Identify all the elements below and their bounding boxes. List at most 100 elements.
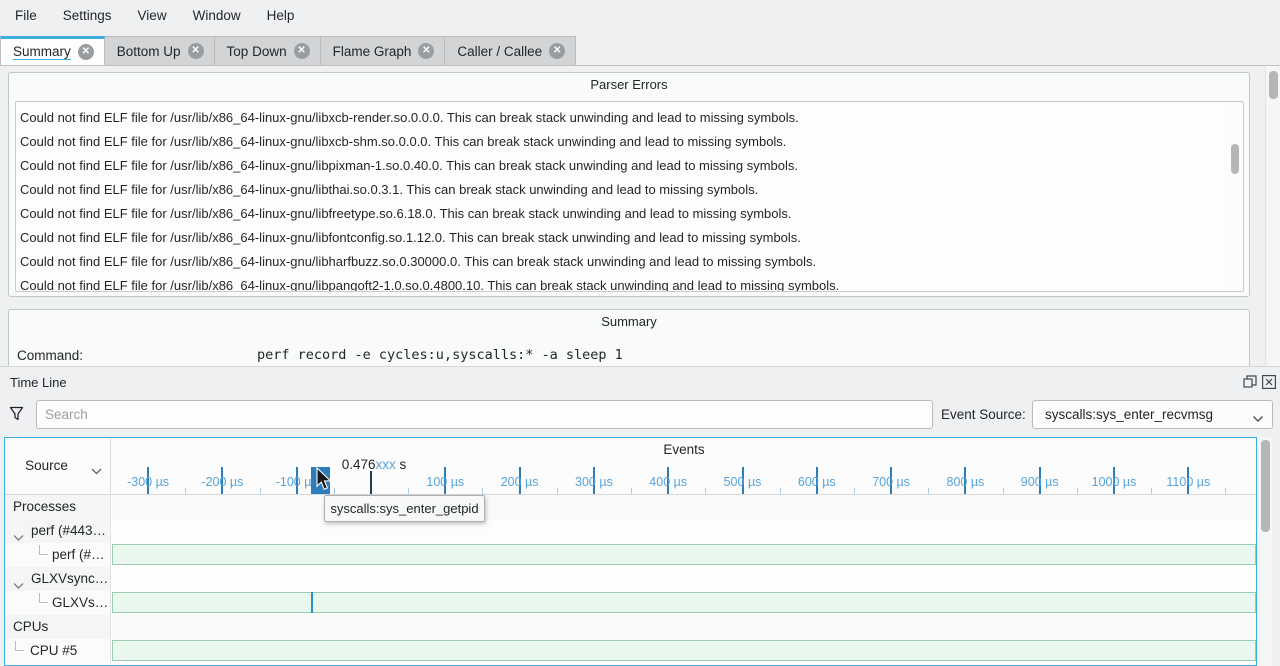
- row-track[interactable]: [112, 495, 1256, 519]
- menu-item-file[interactable]: File: [2, 4, 50, 27]
- row-label: perf (#443…: [31, 523, 107, 538]
- page-scrollbar[interactable]: [1265, 66, 1280, 366]
- axis-minor-tick: [259, 488, 261, 494]
- menu-item-view[interactable]: View: [125, 4, 180, 27]
- row-label-cell[interactable]: CPU #5: [5, 639, 111, 663]
- axis-minor-tick: [482, 488, 484, 494]
- tab-summary[interactable]: Summary ✕: [0, 36, 105, 65]
- tab-close-icon[interactable]: ✕: [418, 43, 435, 59]
- axis-tick-label: 700 µs: [872, 475, 910, 489]
- timeline-row-perf-[interactable]: perf (#…: [5, 543, 1256, 567]
- mouse-cursor: [316, 466, 334, 496]
- row-track[interactable]: [112, 615, 1256, 639]
- dock-float-icon[interactable]: [1243, 375, 1257, 389]
- axis-minor-tick: [705, 488, 707, 494]
- axis-tick-label: -200 µs: [201, 475, 244, 489]
- menu-item-help[interactable]: Help: [254, 4, 308, 27]
- row-track[interactable]: [112, 567, 1256, 591]
- parser-errors-scrollbar[interactable]: [1229, 104, 1241, 289]
- parser-errors-scrollbar-thumb[interactable]: [1231, 144, 1239, 174]
- row-track[interactable]: [112, 519, 1256, 543]
- row-track[interactable]: [112, 591, 1256, 615]
- parser-error-item[interactable]: Could not find ELF file for /usr/lib/x86…: [16, 130, 1243, 154]
- tab-caller-callee[interactable]: Caller / Callee ✕: [444, 36, 577, 65]
- command-value: perf record -e cycles:u,syscalls:* -a sl…: [257, 347, 623, 363]
- axis-minor-tick: [853, 488, 855, 494]
- parser-error-item[interactable]: Could not find ELF file for /usr/lib/x86…: [16, 274, 1243, 291]
- timeline-row-cpu-5[interactable]: CPU #5: [5, 639, 1256, 663]
- timeline-row-processes[interactable]: Processes: [5, 495, 1256, 519]
- timeline-scrollbar[interactable]: [1258, 437, 1272, 666]
- menu-item-settings[interactable]: Settings: [50, 4, 125, 27]
- event-source-label: Event Source:: [941, 407, 1026, 422]
- row-track[interactable]: [112, 543, 1256, 567]
- summary-groupbox: Summary Command: perf record -e cycles:u…: [8, 309, 1250, 366]
- expander-chevron-down-icon[interactable]: [13, 574, 24, 591]
- axis-tick-label: 1100 µs: [1166, 475, 1211, 489]
- timeline-row-glxvs-[interactable]: GLXVs…: [5, 591, 1256, 615]
- tree-elbow-line: [39, 593, 48, 603]
- parser-errors-list: Could not find ELF file for /usr/lib/x86…: [15, 101, 1244, 292]
- timeline-row-glxvsync-[interactable]: GLXVsync…: [5, 567, 1256, 591]
- row-label-cell[interactable]: GLXVsync…: [5, 567, 111, 591]
- axis-minor-tick: [1151, 488, 1153, 494]
- axis-tick-label: 200 µs: [500, 475, 539, 489]
- event-source-combobox[interactable]: syscalls:sys_enter_recvmsg: [1032, 400, 1273, 429]
- timeline-row-perf-443-[interactable]: perf (#443…: [5, 519, 1256, 543]
- event-track-bar: [112, 640, 1256, 661]
- parser-error-item[interactable]: Could not find ELF file for /usr/lib/x86…: [16, 178, 1243, 202]
- tab-label: Bottom Up: [116, 43, 181, 59]
- axis-tick-label: 300 µs: [575, 475, 613, 489]
- axis-minor-tick: [1225, 488, 1227, 494]
- axis-tick-label: 800 µs: [946, 475, 985, 489]
- dock-close-icon[interactable]: [1262, 375, 1276, 389]
- tab-top-down[interactable]: Top Down ✕: [213, 36, 321, 65]
- event-track-bar: [112, 592, 1256, 613]
- sort-chevron-down-icon: [91, 463, 102, 478]
- parser-error-item[interactable]: Could not find ELF file for /usr/lib/x86…: [16, 154, 1243, 178]
- timeline-scrollbar-thumb[interactable]: [1261, 440, 1270, 532]
- axis-minor-tick: [185, 488, 187, 494]
- tab-close-icon[interactable]: ✕: [77, 44, 94, 60]
- axis-minor-tick: [1002, 488, 1004, 494]
- row-label: CPU #5: [30, 643, 78, 658]
- parser-error-item[interactable]: Could not find ELF file for /usr/lib/x86…: [16, 250, 1243, 274]
- row-label-cell[interactable]: perf (#443…: [5, 519, 111, 543]
- axis-minor-tick: [408, 488, 410, 494]
- page-scrollbar-thumb[interactable]: [1269, 71, 1278, 99]
- tab-close-icon[interactable]: ✕: [187, 43, 204, 59]
- row-label-cell[interactable]: CPUs: [5, 615, 111, 639]
- axis-minor-tick: [1076, 488, 1078, 494]
- axis-minor-tick: [556, 488, 558, 494]
- row-label: CPUs: [13, 619, 49, 634]
- chevron-down-icon: [1252, 411, 1264, 426]
- tab-close-icon[interactable]: ✕: [293, 43, 310, 59]
- tab-bottom-up[interactable]: Bottom Up ✕: [103, 36, 215, 65]
- row-label-cell[interactable]: perf (#…: [5, 543, 111, 567]
- hotspot-window: { "menu": { "items": ["File", "Settings"…: [0, 0, 1280, 666]
- row-event-marker: [311, 592, 314, 613]
- tab-close-icon[interactable]: ✕: [549, 43, 566, 59]
- source-column-header[interactable]: Source: [5, 438, 111, 494]
- axis-minor-tick: [928, 488, 930, 494]
- timeline-row-cpus[interactable]: CPUs: [5, 615, 1256, 639]
- axis-zero-label: 0.476xxx s: [341, 457, 407, 472]
- row-label-cell[interactable]: GLXVs…: [5, 591, 111, 615]
- expander-chevron-down-icon[interactable]: [13, 526, 24, 543]
- tree-elbow-line: [39, 545, 48, 555]
- summary-page: Parser Errors Could not find ELF file fo…: [0, 66, 1280, 366]
- parser-error-item[interactable]: Could not find ELF file for /usr/lib/x86…: [16, 226, 1243, 250]
- parser-error-item[interactable]: Could not find ELF file for /usr/lib/x86…: [16, 106, 1243, 130]
- axis-tick-label: 100 µs: [426, 475, 465, 489]
- search-input[interactable]: [36, 400, 933, 429]
- row-label-cell[interactable]: Processes: [5, 495, 111, 519]
- row-track[interactable]: [112, 639, 1256, 663]
- tab-label: Summary: [13, 44, 71, 60]
- tab-flame-graph[interactable]: Flame Graph ✕: [319, 36, 446, 65]
- row-label: perf (#…: [52, 547, 105, 562]
- filter-icon: [9, 406, 24, 422]
- parser-error-item[interactable]: Could not find ELF file for /usr/lib/x86…: [16, 202, 1243, 226]
- menu-item-window[interactable]: Window: [180, 4, 254, 27]
- time-axis: 0.476xxx s -300 µs -200 µs -100 µs 100 µs 20…: [112, 438, 1256, 494]
- row-label: GLXVsync…: [31, 571, 109, 586]
